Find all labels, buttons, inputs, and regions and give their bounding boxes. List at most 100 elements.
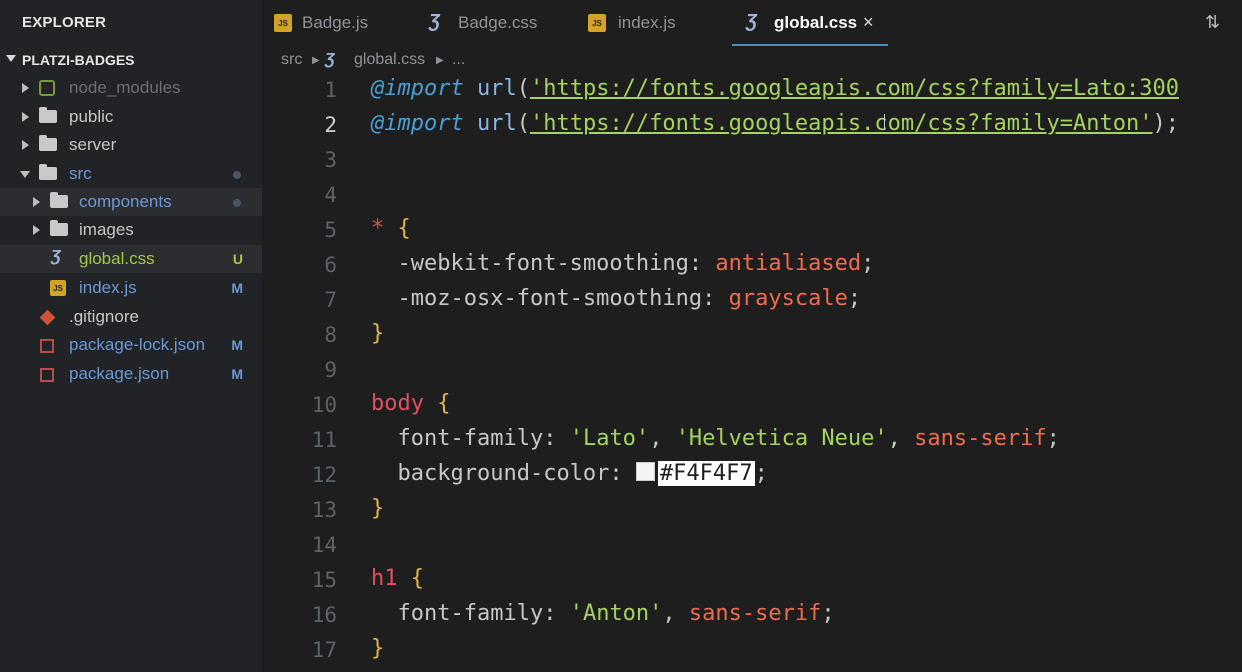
- code-text: background-color: #F4F4F7;: [397, 461, 768, 486]
- project-header[interactable]: PLATZI-BADGES: [0, 50, 262, 72]
- chevron-right-icon: ▶: [436, 55, 444, 66]
- tree-item-index-js[interactable]: JS index.js M: [0, 274, 262, 302]
- tab-global-css[interactable]: Ʒ global.css ×: [732, 0, 888, 46]
- code-line: 13 }: [262, 494, 1242, 529]
- compare-changes-icon[interactable]: ⇅: [1205, 12, 1223, 32]
- tree-item-global-css[interactable]: Ʒ global.css U: [0, 245, 262, 273]
- chevron-right-icon: [22, 112, 29, 122]
- code-line: 4: [262, 179, 1242, 214]
- js-file-icon: JS: [50, 280, 66, 296]
- line-number: 11: [311, 428, 337, 452]
- code-line: 5 * {: [262, 214, 1242, 249]
- code-text: font-family: 'Anton', sans-serif;: [397, 601, 835, 626]
- chevron-down-icon: [20, 171, 30, 178]
- line-number: 5: [324, 218, 337, 242]
- code-text: }: [371, 496, 385, 521]
- css-file-icon: Ʒ: [325, 51, 335, 68]
- tab-label: Badge.js: [302, 13, 369, 32]
- explorer-sidebar: EXPLORER PLATZI-BADGES node_modules publ…: [0, 0, 262, 672]
- folder-icon: [39, 107, 57, 123]
- line-number: 4: [324, 183, 337, 207]
- js-file-icon: JS: [274, 14, 292, 32]
- tree-item-label: server: [69, 135, 117, 154]
- tree-item-label: index.js: [79, 278, 137, 297]
- tree-item-label: components: [79, 192, 172, 211]
- code-text: -webkit-font-smoothing: antialiased;: [397, 251, 875, 276]
- tab-label: global.css: [774, 13, 858, 32]
- chevron-down-icon: [6, 55, 16, 62]
- chevron-right-icon: [33, 225, 40, 235]
- close-icon[interactable]: ×: [863, 12, 874, 33]
- modified-dot: [233, 171, 241, 179]
- tree-item-public[interactable]: public: [0, 103, 262, 131]
- code-line: 10 body {: [262, 389, 1242, 424]
- breadcrumb-file[interactable]: global.css: [354, 51, 425, 69]
- nodejs-icon: [39, 80, 55, 96]
- tree-item-label: .gitignore: [69, 307, 139, 326]
- breadcrumb-src[interactable]: src: [281, 51, 302, 69]
- editor-tab-bar: JS Badge.js Ʒ Badge.css JS index.js Ʒ gl…: [262, 0, 1242, 46]
- folder-open-icon: [39, 164, 57, 180]
- line-number: 15: [311, 568, 337, 592]
- code-line: 2 @import url('https://fonts.googleapis.…: [262, 109, 1242, 144]
- git-icon: [39, 309, 56, 326]
- chevron-right-icon: [22, 140, 29, 150]
- chevron-right-icon: [33, 197, 40, 207]
- tab-badge-css[interactable]: Ʒ Badge.css: [427, 0, 587, 46]
- js-file-icon: JS: [588, 14, 606, 32]
- code-line: 7 -moz-osx-font-smoothing: grayscale;: [262, 284, 1242, 319]
- line-number: 16: [311, 603, 337, 627]
- tree-item-node-modules[interactable]: node_modules: [0, 74, 262, 102]
- tree-item-label: public: [69, 107, 114, 126]
- code-line: 14: [262, 529, 1242, 564]
- project-name: PLATZI-BADGES: [22, 52, 135, 68]
- breadcrumb: src ▶ Ʒ global.css ▶ ...: [262, 46, 1242, 74]
- tree-item-label: global.css: [79, 249, 155, 268]
- line-number: 13: [311, 498, 337, 522]
- folder-icon: [39, 135, 57, 151]
- tree-item-package-lock[interactable]: package-lock.json M: [0, 331, 262, 359]
- code-line: 8 }: [262, 319, 1242, 354]
- modified-badge: M: [231, 337, 243, 353]
- code-line: 6 -webkit-font-smoothing: antialiased;: [262, 249, 1242, 284]
- tab-index-js[interactable]: JS index.js: [588, 0, 738, 46]
- line-number: 14: [311, 533, 337, 557]
- code-line: 16 font-family: 'Anton', sans-serif;: [262, 599, 1242, 634]
- code-text: }: [371, 321, 385, 346]
- code-text: h1 {: [371, 566, 424, 591]
- tree-item-images[interactable]: images: [0, 216, 262, 244]
- npm-icon: [40, 368, 54, 382]
- tree-item-label: src: [69, 164, 92, 183]
- modified-badge: M: [231, 280, 243, 296]
- css-file-icon: Ʒ: [51, 248, 61, 265]
- line-number: 7: [324, 288, 337, 312]
- code-line: 12 background-color: #F4F4F7;: [262, 459, 1242, 494]
- code-text: body {: [371, 391, 451, 416]
- css-file-icon: Ʒ: [429, 11, 440, 31]
- folder-icon: [50, 220, 68, 236]
- code-line: 9: [262, 354, 1242, 389]
- color-swatch[interactable]: [635, 462, 655, 481]
- code-editor[interactable]: 1 @import url('https://fonts.googleapis.…: [262, 74, 1242, 672]
- text-cursor: [884, 114, 885, 130]
- code-text: -moz-osx-font-smoothing: grayscale;: [397, 286, 862, 311]
- tab-badge-js[interactable]: JS Badge.js: [272, 0, 422, 46]
- tree-item-src[interactable]: src: [0, 160, 262, 188]
- explorer-title: EXPLORER: [22, 14, 107, 31]
- tree-item-gitignore[interactable]: .gitignore: [0, 303, 262, 331]
- tree-item-label: images: [79, 220, 134, 239]
- untracked-badge: U: [232, 251, 243, 267]
- tree-item-label: node_modules: [69, 78, 181, 97]
- tree-item-server[interactable]: server: [0, 131, 262, 159]
- code-text: font-family: 'Lato', 'Helvetica Neue', s…: [397, 426, 1060, 451]
- line-number: 3: [324, 148, 337, 172]
- line-number: 2: [324, 113, 337, 137]
- chevron-right-icon: [22, 83, 29, 93]
- selected-hex-value: #F4F4F7: [657, 461, 755, 486]
- code-line: 11 font-family: 'Lato', 'Helvetica Neue'…: [262, 424, 1242, 459]
- tree-item-package-json[interactable]: package.json M: [0, 360, 262, 388]
- line-number: 6: [324, 253, 337, 277]
- code-line: 15 h1 {: [262, 564, 1242, 599]
- tree-item-components[interactable]: components: [0, 188, 262, 216]
- breadcrumb-more[interactable]: ...: [452, 51, 465, 69]
